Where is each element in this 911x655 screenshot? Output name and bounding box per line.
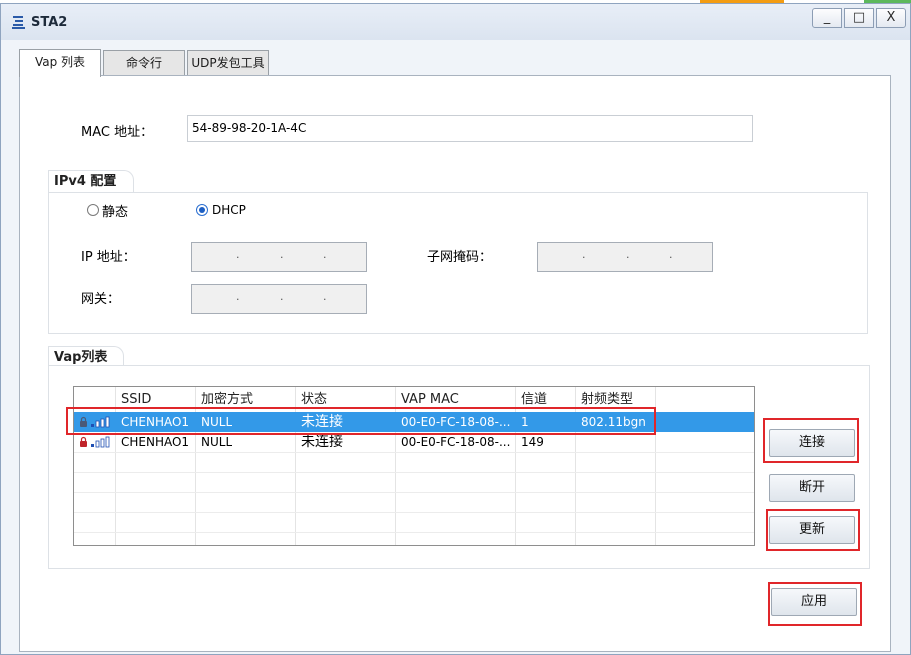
cell-encryption: NULL xyxy=(201,435,233,449)
vap-table-header: SSID 加密方式 状态 VAP MAC 信道 射频类型 xyxy=(74,387,754,409)
sta-app-icon xyxy=(12,16,25,29)
ipv4-group-title: IPv4 配置 xyxy=(48,170,134,192)
cell-vap-mac: 00-E0-FC-18-08-... xyxy=(401,435,511,449)
highlight-refresh-button xyxy=(766,509,860,551)
cell-ssid: CHENHAO1 xyxy=(121,435,190,449)
maximize-button[interactable]: □ xyxy=(844,8,874,28)
static-radio[interactable] xyxy=(87,204,99,216)
dhcp-label: DHCP xyxy=(212,203,246,217)
tab-vap-list[interactable]: Vap 列表 xyxy=(19,49,101,77)
cell-radio-type xyxy=(575,432,581,452)
gateway-input[interactable]: · · · xyxy=(191,284,367,314)
tab-udp-tool[interactable]: UDP发包工具 xyxy=(187,50,269,76)
subnet-mask-input[interactable]: · · · xyxy=(537,242,713,272)
title-bar[interactable]: STA2 _ □ X xyxy=(1,4,910,40)
subnet-mask-label: 子网掩码： xyxy=(427,250,493,265)
vap-list-panel: MAC 地址： 54-89-98-20-1A-4C IPv4 配置 静态 DHC… xyxy=(19,75,891,652)
highlight-connect-button xyxy=(763,418,859,463)
ip-address-label: IP 地址： xyxy=(81,250,136,265)
dhcp-radio[interactable] xyxy=(196,204,208,216)
column-encryption[interactable]: 加密方式 xyxy=(195,389,253,409)
column-vap-mac[interactable]: VAP MAC xyxy=(395,389,459,409)
mac-label: MAC 地址： xyxy=(81,125,154,140)
ip-address-input[interactable]: · · · xyxy=(191,242,367,272)
lock-signal-icon xyxy=(80,436,110,448)
column-radio-type[interactable]: 射频类型 xyxy=(575,389,633,409)
disconnect-button[interactable]: 断开 xyxy=(769,474,855,502)
cell-channel: 149 xyxy=(521,435,544,449)
column-status[interactable]: 状态 xyxy=(295,389,327,409)
static-label: 静态 xyxy=(102,205,129,220)
column-channel[interactable]: 信道 xyxy=(515,389,547,409)
cell-status: 未连接 xyxy=(301,434,343,450)
gateway-label: 网关： xyxy=(81,292,121,307)
close-button[interactable]: X xyxy=(876,8,906,28)
minimize-button[interactable]: _ xyxy=(812,8,842,28)
window-title: STA2 xyxy=(31,15,68,30)
mac-input[interactable]: 54-89-98-20-1A-4C xyxy=(187,115,753,142)
tab-command-line[interactable]: 命令行 xyxy=(103,50,185,76)
table-row[interactable]: CHENHAO1 NULL 未连接 00-E0-FC-18-08-... 149 xyxy=(74,432,754,452)
column-ssid[interactable]: SSID xyxy=(115,389,151,409)
highlight-selected-row xyxy=(66,407,656,435)
highlight-apply-button xyxy=(768,582,862,626)
